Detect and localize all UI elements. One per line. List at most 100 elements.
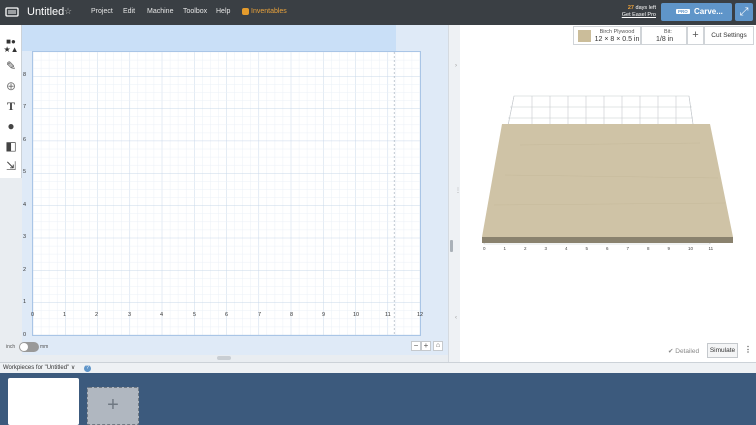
add-bit-button[interactable]: + bbox=[687, 26, 704, 45]
home-icon[interactable]: ⌂ bbox=[433, 341, 443, 351]
apple-icon[interactable]: ● bbox=[3, 118, 19, 134]
menu-edit[interactable]: Edit bbox=[123, 8, 135, 15]
material-size: 12 × 8 × 0.5 in bbox=[594, 36, 640, 43]
pro-badge: PRO bbox=[676, 9, 690, 14]
favorite-star-icon[interactable]: ☆ bbox=[64, 6, 72, 17]
point-tool-icon[interactable]: ⊕ bbox=[3, 78, 19, 94]
material-swatch bbox=[578, 30, 591, 42]
design-grid[interactable] bbox=[32, 51, 421, 336]
get-easel-pro-link[interactable]: Get Easel Pro bbox=[610, 12, 656, 19]
zoom-out-button[interactable]: − bbox=[411, 341, 421, 351]
splitter-arrow-icon: › bbox=[455, 63, 457, 69]
splitter-grip[interactable] bbox=[450, 240, 453, 252]
x-tick: 4 bbox=[160, 312, 164, 318]
menu-help[interactable]: Help bbox=[216, 8, 230, 15]
material-selector[interactable]: Birch Plywood 12 × 8 × 0.5 in bbox=[573, 26, 641, 45]
y-tick: 2 bbox=[23, 267, 27, 273]
menu-project[interactable]: Project bbox=[91, 8, 113, 15]
carve-label: Carve... bbox=[694, 7, 723, 16]
x-tick: 8 bbox=[290, 312, 294, 318]
x-tick: 7 bbox=[258, 312, 262, 318]
trial-suffix: days left bbox=[635, 5, 656, 11]
y-tick: 5 bbox=[23, 169, 27, 175]
trial-days: 27 bbox=[627, 5, 634, 11]
preview-x-tick: 4 bbox=[565, 246, 568, 251]
preview-x-tick: 6 bbox=[606, 246, 609, 251]
y-tick: 1 bbox=[23, 299, 27, 305]
bit-value: 1/8 in bbox=[656, 36, 674, 43]
add-workpiece-button[interactable]: + bbox=[87, 387, 139, 425]
x-tick: 10 bbox=[353, 312, 360, 318]
preview-x-tick: 2 bbox=[524, 246, 527, 251]
easel-logo-icon bbox=[5, 7, 19, 17]
x-tick: 3 bbox=[128, 312, 132, 318]
expand-icon[interactable]: ⤢ bbox=[735, 3, 753, 21]
top-bar: Untitled ☆ Project Edit Machine Toolbox … bbox=[0, 0, 756, 25]
wood-board-edge bbox=[482, 237, 733, 243]
help-icon[interactable]: ? bbox=[84, 365, 91, 372]
preview-x-tick: 8 bbox=[647, 246, 650, 251]
3d-preview-render bbox=[482, 95, 733, 245]
selection-band bbox=[22, 25, 396, 51]
zoom-in-button[interactable]: + bbox=[421, 341, 431, 351]
carve-button[interactable]: PRO Carve... bbox=[661, 3, 732, 21]
cut-settings-button[interactable]: Cut Settings bbox=[704, 26, 754, 45]
3d-model-icon[interactable]: ◧ bbox=[3, 138, 19, 154]
y-tick: 0 bbox=[23, 332, 27, 338]
y-tick: 6 bbox=[23, 137, 27, 143]
3d-preview-pane[interactable]: 0 1 2 3 4 5 6 7 8 9 10 11 bbox=[460, 25, 756, 362]
workpieces-title: Workpieces for "Untitled" bbox=[3, 365, 70, 371]
chevron-down-icon: ∨ bbox=[70, 365, 76, 371]
project-title[interactable]: Untitled bbox=[27, 6, 64, 18]
design-toolbar: ■● ★▲ ✎ ⊕ T ● ◧ ⇲ bbox=[0, 25, 22, 178]
x-tick: 12 bbox=[417, 312, 424, 318]
preview-x-tick: 0 bbox=[483, 246, 486, 251]
x-tick: 6 bbox=[225, 312, 229, 318]
y-tick: 8 bbox=[23, 72, 27, 78]
x-tick: 0 bbox=[31, 312, 35, 318]
pen-tool-icon[interactable]: ✎ bbox=[3, 58, 19, 74]
shapes-tool-icon[interactable]: ■● ★▲ bbox=[3, 38, 19, 54]
more-options-icon[interactable]: ⋮ bbox=[744, 345, 752, 354]
x-tick: 2 bbox=[95, 312, 99, 318]
x-tick: 9 bbox=[322, 312, 326, 318]
bit-selector[interactable]: Bit: 1/8 in bbox=[641, 26, 687, 45]
import-icon[interactable]: ⇲ bbox=[3, 158, 19, 174]
workpiece-thumbnail[interactable] bbox=[8, 378, 79, 425]
unit-mm-label: mm bbox=[40, 344, 49, 350]
trial-status: 27 days left Get Easel Pro bbox=[610, 5, 656, 19]
unit-toggle[interactable] bbox=[19, 342, 39, 352]
x-tick: 5 bbox=[193, 312, 197, 318]
menu-toolbox[interactable]: Toolbox bbox=[183, 8, 207, 15]
pane-splitter[interactable]: › ⋮ ‹ bbox=[448, 25, 461, 362]
preview-x-tick: 11 bbox=[708, 246, 714, 251]
y-tick: 7 bbox=[23, 104, 27, 110]
preview-x-tick: 9 bbox=[667, 246, 671, 251]
preview-x-tick: 3 bbox=[544, 246, 548, 251]
grid-lines bbox=[33, 52, 420, 335]
unit-inch-label: inch bbox=[6, 344, 16, 350]
y-tick: 3 bbox=[23, 234, 27, 240]
x-tick: 1 bbox=[63, 312, 67, 318]
workpieces-panel: + bbox=[0, 373, 756, 425]
preview-x-tick: 7 bbox=[626, 246, 630, 251]
toggle-knob bbox=[20, 343, 28, 351]
wood-board-top bbox=[482, 124, 733, 237]
material-name: Birch Plywood bbox=[599, 29, 635, 35]
x-tick: 11 bbox=[385, 312, 391, 318]
preview-x-tick: 1 bbox=[503, 246, 507, 251]
preview-x-tick: 5 bbox=[585, 246, 589, 251]
preview-x-tick: 10 bbox=[688, 246, 694, 251]
inventables-icon bbox=[242, 8, 249, 15]
panel-resize-handle[interactable] bbox=[217, 356, 231, 360]
design-canvas[interactable]: 0 1 2 3 4 5 6 7 8 0 1 2 3 4 5 6 7 8 9 10… bbox=[22, 25, 448, 355]
inventables-link[interactable]: Inventables bbox=[251, 8, 287, 15]
y-tick: 4 bbox=[23, 202, 27, 208]
text-tool-icon[interactable]: T bbox=[3, 98, 19, 114]
workpieces-label[interactable]: Workpieces for "Untitled" ∨ bbox=[3, 364, 75, 371]
workpieces-header: Workpieces for "Untitled" ∨ ? bbox=[0, 362, 756, 373]
detailed-checkbox[interactable]: ✔ Detailed bbox=[668, 347, 699, 355]
menu-machine[interactable]: Machine bbox=[147, 8, 173, 15]
bit-label: Bit: bbox=[664, 29, 672, 35]
simulate-button[interactable]: Simulate bbox=[707, 343, 738, 358]
